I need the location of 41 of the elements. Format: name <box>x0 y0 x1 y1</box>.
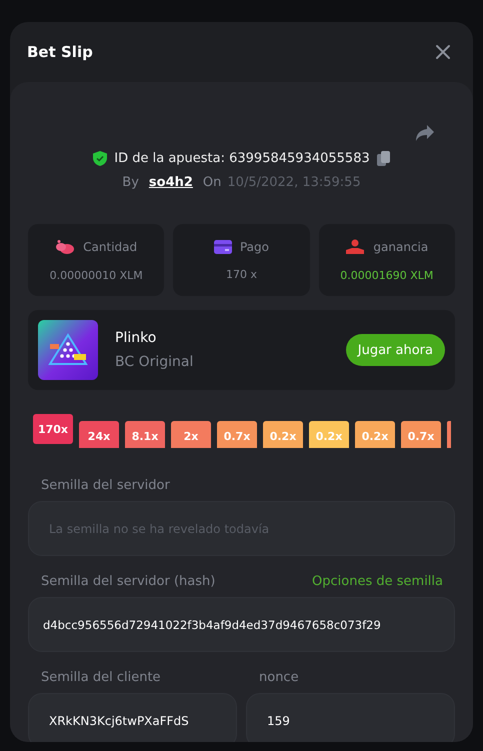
stat-value: 170 x <box>226 268 257 280</box>
game-name: Plinko <box>115 330 158 346</box>
bet-id: ID de la apuesta: 63995845934055583 <box>114 151 370 166</box>
multiplier-bucket: 0.2x <box>263 421 303 448</box>
multiplier-bucket: 0.7x <box>217 421 257 448</box>
person-hand-icon <box>345 238 366 254</box>
copy-icon[interactable] <box>376 150 391 167</box>
multiplier-bucket: 8.1x <box>125 421 165 448</box>
stat-label: Cantidad <box>83 240 138 254</box>
multiplier-bucket: 0.2x <box>355 421 395 448</box>
modal-title: Bet Slip <box>27 43 93 61</box>
game-thumbnail <box>38 320 98 380</box>
game-provider: BC Original <box>115 354 194 370</box>
bet-date: 10/5/2022, 13:59:55 <box>227 175 361 190</box>
field-label: Semilla del servidor (hash) <box>40 574 216 589</box>
field-label: nonce <box>258 670 300 685</box>
coins-icon <box>55 238 76 254</box>
close-icon <box>435 44 451 60</box>
stat-label: Pago <box>240 240 269 254</box>
multiplier-bucket: 24x <box>79 421 119 448</box>
stat-label: ganancia <box>373 240 428 254</box>
user-link[interactable]: so4h2 <box>148 175 193 190</box>
by-label: By <box>122 175 139 190</box>
share-icon[interactable] <box>415 124 435 142</box>
multiplier-bucket: 0.7x <box>401 421 441 448</box>
seed-options-link[interactable]: Opciones de semilla <box>312 574 443 589</box>
multiplier-bucket: 2x <box>171 421 211 448</box>
close-button[interactable] <box>435 44 451 60</box>
field-label: Semilla del cliente <box>40 670 162 685</box>
server-hash-field[interactable]: d4bcc956556d72941022f3b4af9d4ed37d9467658c073f29 <box>28 597 455 652</box>
stat-value: 0.00001690 XLM <box>340 268 434 282</box>
on-label: On <box>202 175 222 190</box>
nonce-field[interactable]: 159 <box>246 693 455 742</box>
shield-check-icon <box>92 150 108 167</box>
multiplier-bucket <box>447 421 451 448</box>
multiplier-bucket: 0.2x <box>309 421 349 448</box>
multiplier-bucket: 170x <box>33 414 73 444</box>
field-label: Semilla del servidor <box>40 478 171 493</box>
client-seed-field[interactable]: XRkKN3Kcj6twPXaFFdS <box>28 693 237 742</box>
card-icon <box>214 240 232 254</box>
stat-value: 0.00000010 XLM <box>50 268 143 282</box>
